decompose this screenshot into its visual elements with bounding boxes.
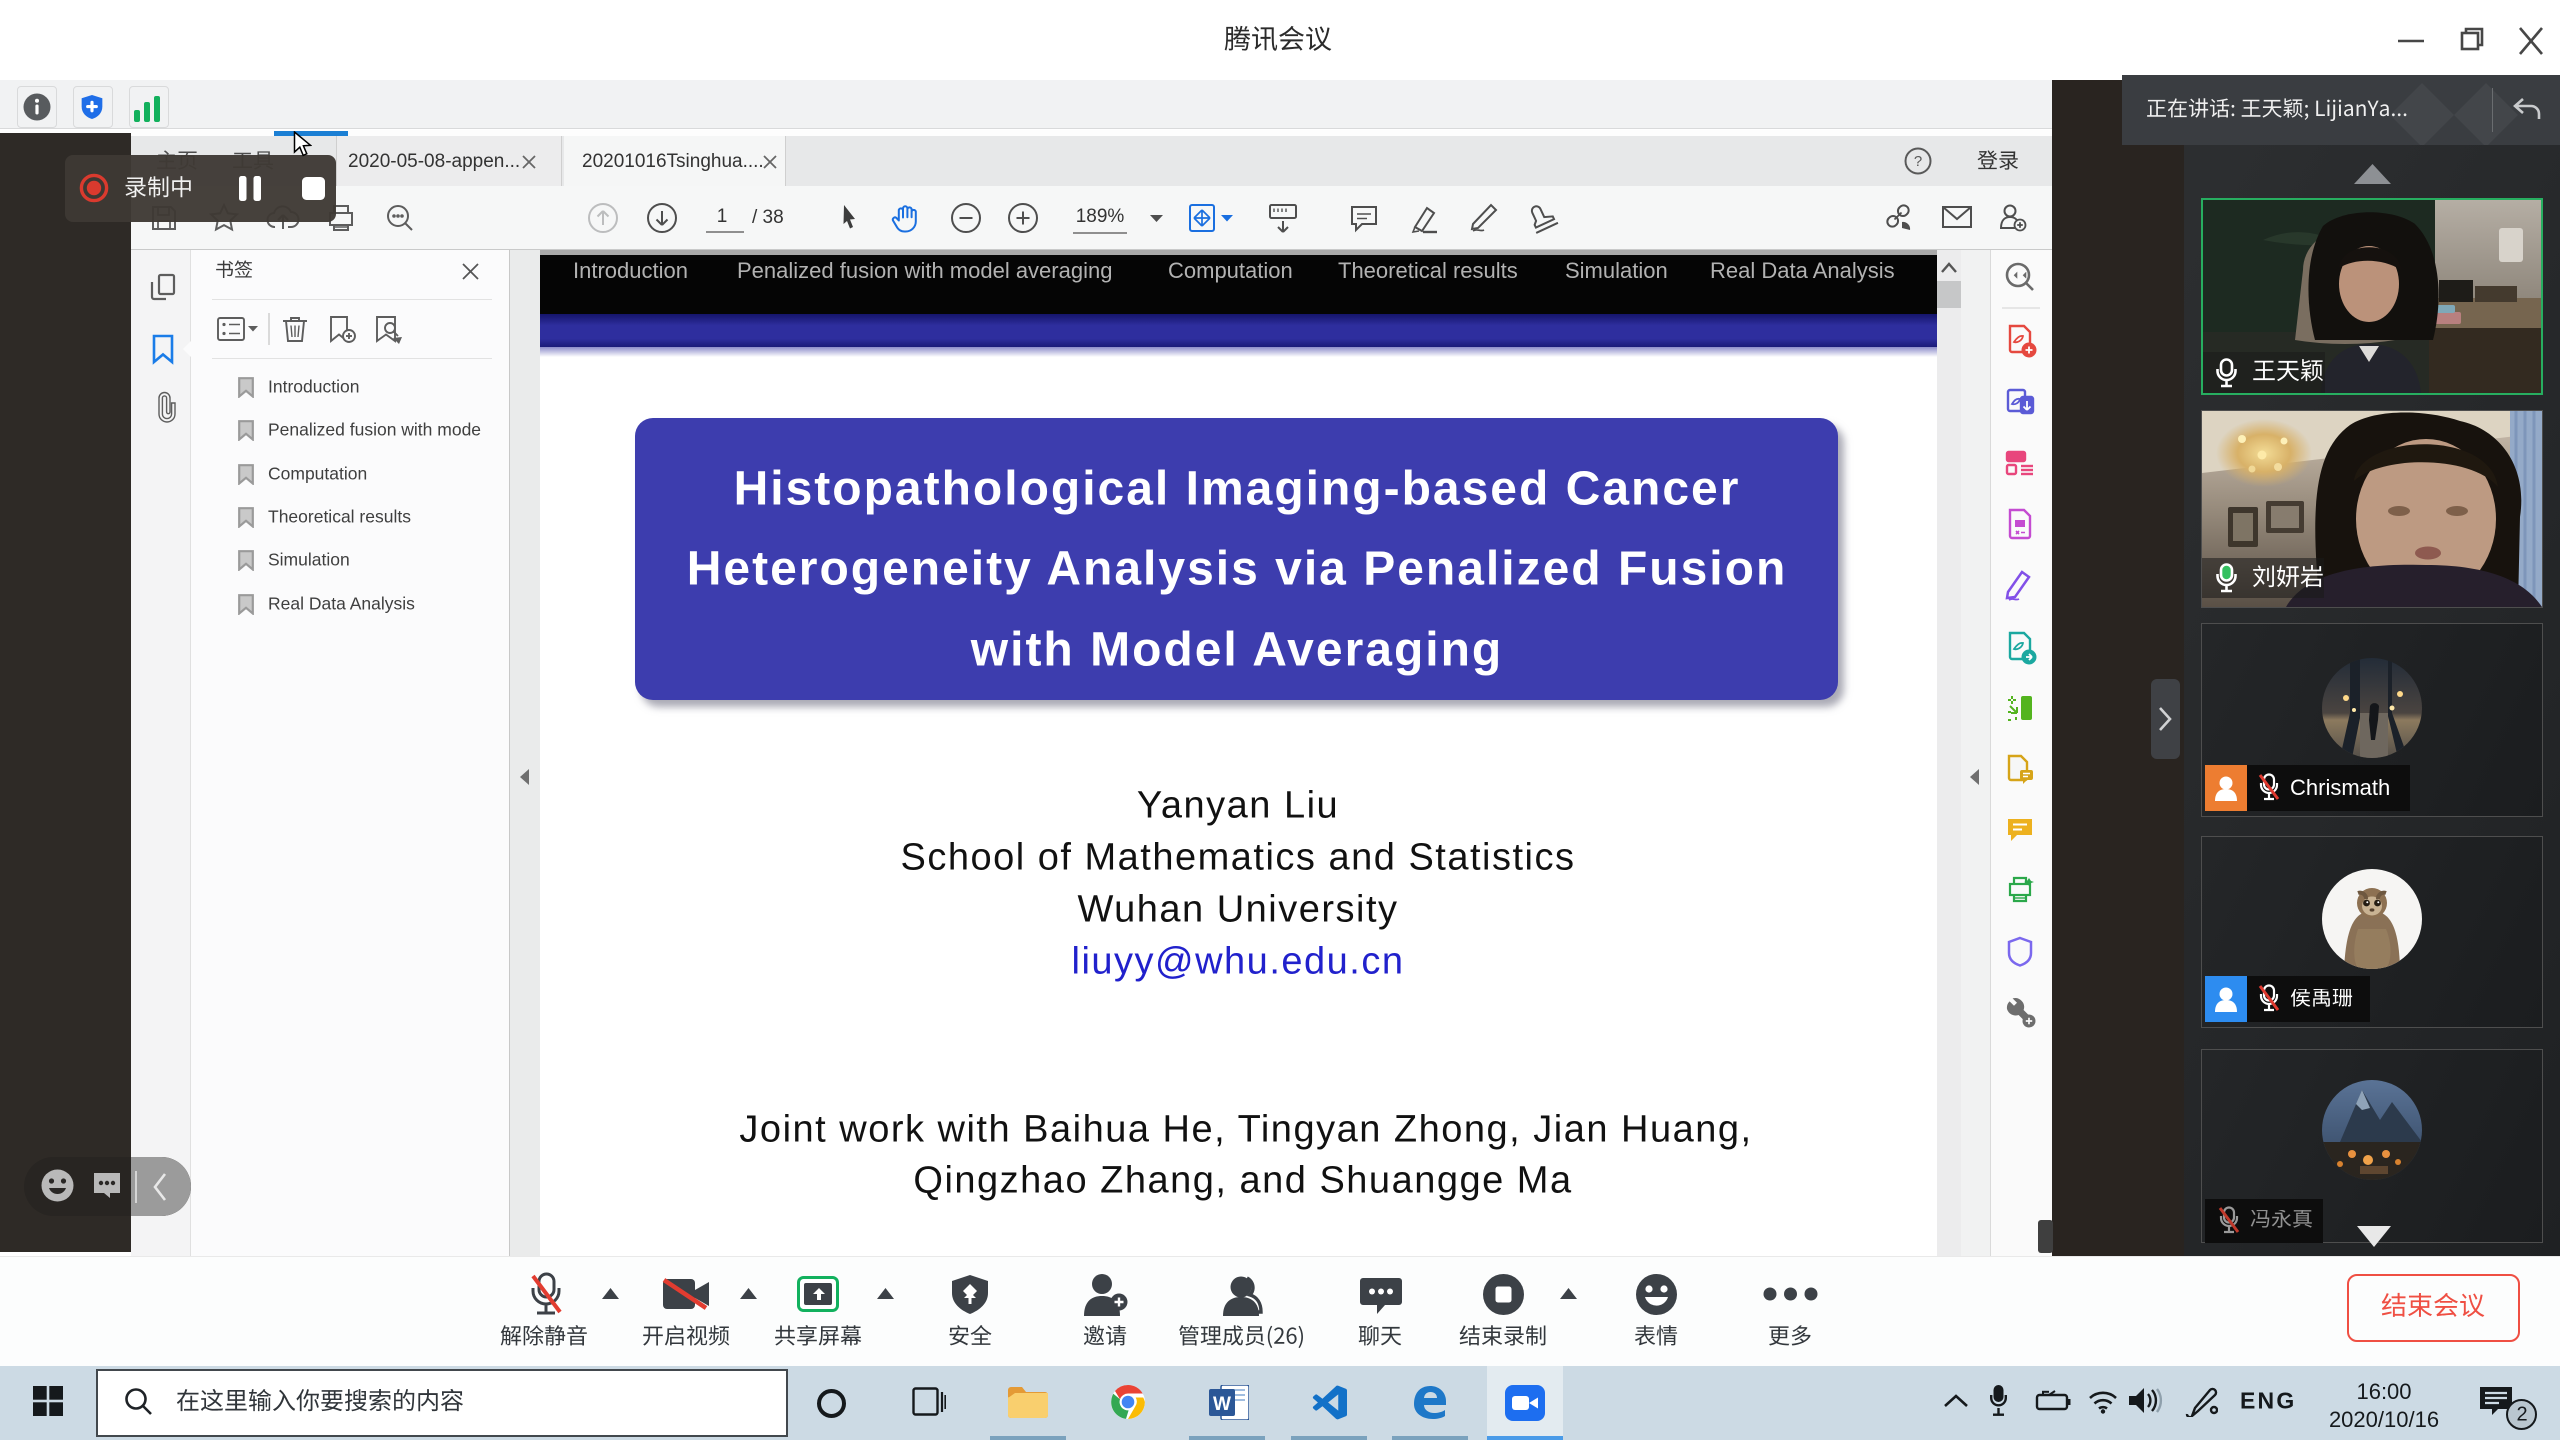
- svg-text:?: ?: [1914, 153, 1922, 170]
- svg-text:W: W: [1213, 1394, 1231, 1415]
